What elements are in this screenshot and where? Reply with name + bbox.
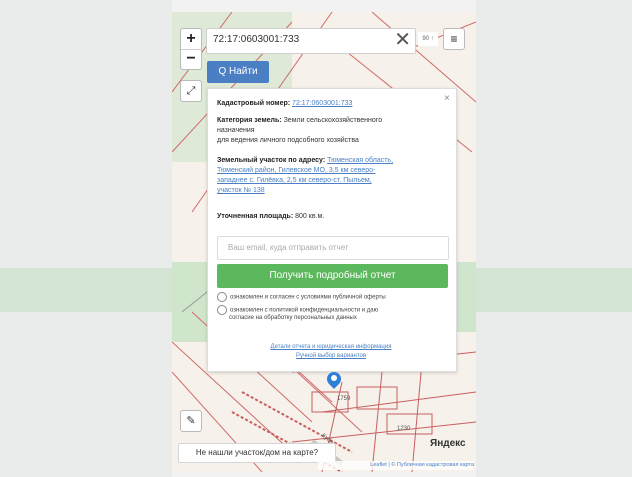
search-input-value: 72:17:0603001:733 <box>213 34 300 45</box>
not-found-button[interactable]: Не нашли участок/дом на карте? <box>178 443 336 463</box>
zoom-out-button[interactable]: − <box>181 49 201 69</box>
address-link[interactable]: Тюменская область, <box>327 157 393 164</box>
search-icon: Q <box>218 66 227 77</box>
parcel-label: 1230 <box>397 426 411 432</box>
pencil-icon[interactable]: ✎ <box>180 410 202 432</box>
land-category-line: для ведения личного подсобного хозяйства <box>217 137 359 144</box>
land-category-row: Категория земель: Земли сельскохозяйстве… <box>217 116 382 126</box>
find-button-label: Найти <box>229 66 258 77</box>
area-label: Уточненная площадь: <box>217 213 294 220</box>
consent-offer-checkbox[interactable] <box>217 292 227 302</box>
land-category-line: назначения <box>217 127 255 134</box>
address-row: Земельный участок по адресу: Тюменская о… <box>217 156 393 166</box>
cadastral-number-link[interactable]: 72:17:0603001:733 <box>292 100 352 107</box>
yandex-logo: Яндекс <box>430 438 466 449</box>
fullscreen-icon[interactable]: ⤢ <box>180 80 202 102</box>
land-category-value: Земли сельскохозяйственного <box>283 117 383 124</box>
area-row: Уточненная площадь: 800 кв.м. <box>217 212 324 222</box>
secondary-field[interactable]: 90 ↑ <box>418 32 438 46</box>
area-value: 800 кв.м. <box>295 213 325 220</box>
zoom-divider <box>181 49 201 50</box>
consent-offer-text: ознакомлен и согласен с условиями публич… <box>230 294 386 301</box>
cadastral-number-label: Кадастровый номер: <box>217 100 291 107</box>
blurred-background-left <box>0 0 172 477</box>
manual-select-link[interactable]: Ручной выбор вариантов <box>207 353 455 359</box>
screenshot-frame: 1759 1230 Куба... + − 72:17:0603001:733 … <box>0 0 632 477</box>
address-link-line[interactable]: Тюменский район, Гилевское МО, 3,5 км се… <box>217 166 375 176</box>
consent-privacy-text-cont: согласие на обработку персональных данны… <box>229 315 357 321</box>
zoom-in-button[interactable]: + <box>181 29 201 49</box>
blurred-band-right <box>476 268 632 312</box>
address-label: Земельный участок по адресу: <box>217 157 326 164</box>
blurred-band-left <box>0 268 172 312</box>
cadastral-number-row: Кадастровый номер: 72:17:0603001:733 <box>217 99 352 109</box>
zoom-control: + − <box>180 28 202 70</box>
address-link-line[interactable]: западнее с. Гилёвка, 2,5 км северо-ст. П… <box>217 176 372 186</box>
consent-privacy-text: ознакомлен с политикой конфиденциальност… <box>230 307 379 314</box>
email-placeholder: Ваш email, куда отправить отчет <box>228 243 349 252</box>
close-icon[interactable]: × <box>444 93 450 104</box>
land-category-label: Категория земель: <box>217 117 282 124</box>
report-details-link[interactable]: Детали отчета и юридическая информация <box>207 344 455 350</box>
find-button[interactable]: Q Найти <box>207 61 269 83</box>
map-marker-dot <box>331 375 337 381</box>
close-icon[interactable]: ✕ <box>394 30 411 50</box>
blurred-background-right <box>476 0 632 477</box>
get-report-button[interactable]: Получить подробный отчет <box>217 264 448 288</box>
parcel-label: 1759 <box>337 396 351 402</box>
consent-offer-row[interactable]: ознакомлен и согласен с условиями публич… <box>217 292 447 302</box>
email-field[interactable]: Ваш email, куда отправить отчет <box>217 236 449 260</box>
cadastral-search-input[interactable]: 72:17:0603001:733 ✕ <box>206 28 416 54</box>
menu-icon[interactable]: ≡ <box>443 28 465 50</box>
address-link-line[interactable]: участок № 138 <box>217 186 265 196</box>
map-attribution[interactable]: Leaflet | © Публичная кадастровая карта <box>318 461 474 470</box>
